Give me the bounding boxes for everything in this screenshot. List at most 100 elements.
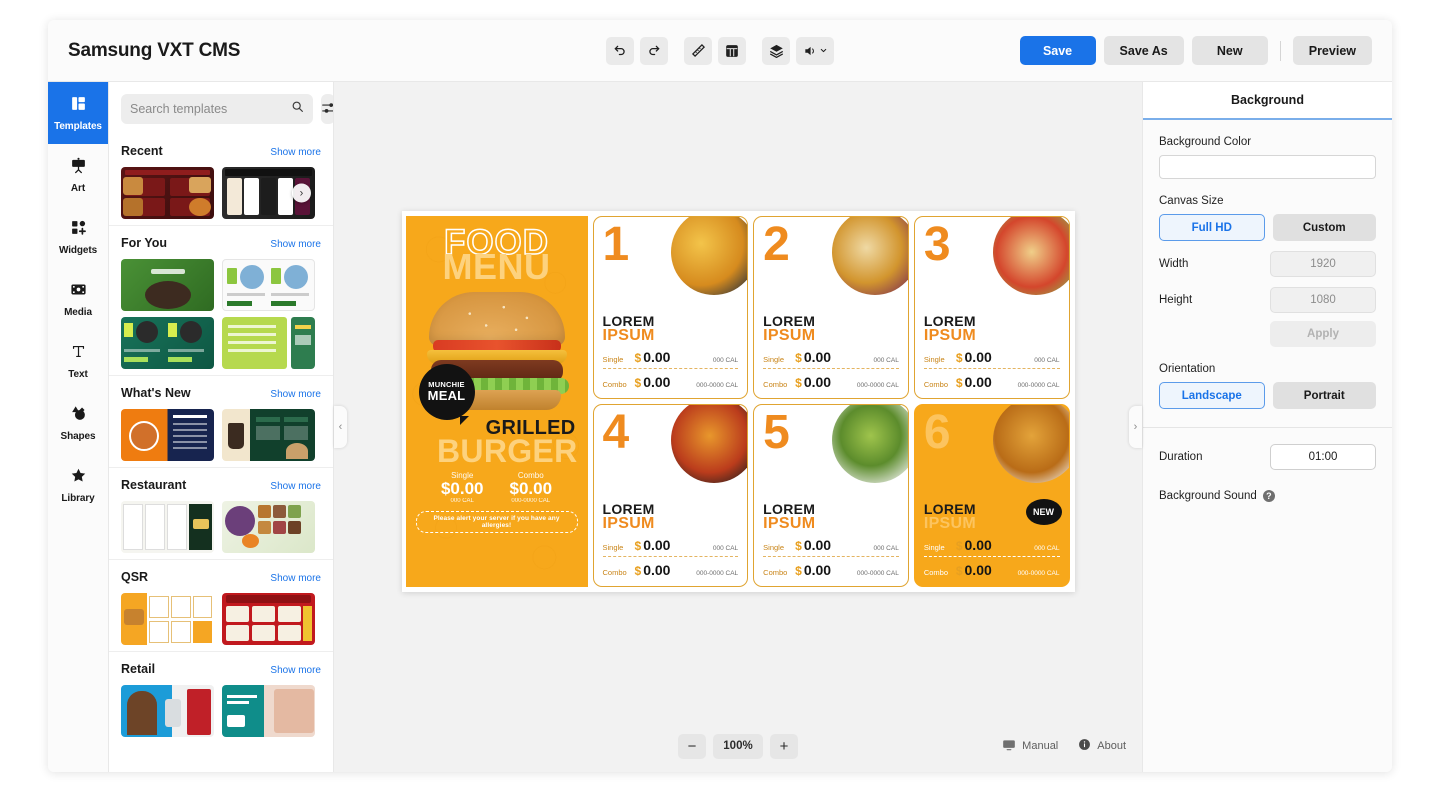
undo-button[interactable] [606, 36, 634, 65]
rail-item-media[interactable]: Media [48, 268, 108, 330]
hero-panel[interactable]: FOOD MENU MUNCHIE MEAL GRILLED BURGER Si… [405, 215, 588, 587]
section-title-recent: Recent [121, 144, 163, 158]
template-thumb-pair[interactable] [222, 317, 315, 369]
thumb-row-recent: › [121, 167, 321, 219]
rail-item-text[interactable]: Text [48, 330, 108, 392]
width-row: Width [1159, 251, 1376, 277]
template-thumb[interactable] [121, 593, 214, 645]
canvas-stage[interactable]: FOOD MENU MUNCHIE MEAL GRILLED BURGER Si… [334, 82, 1142, 720]
rail-item-library[interactable]: Library [48, 454, 108, 516]
layers-button[interactable] [762, 36, 790, 65]
template-thumb[interactable] [121, 167, 214, 219]
zoom-level[interactable]: 100% [713, 733, 763, 759]
rail-item-templates[interactable]: Templates [48, 82, 108, 144]
menu-item-name: LOREM IPSUM [603, 314, 739, 344]
height-input[interactable] [1270, 287, 1376, 313]
menu-item-card[interactable]: 3 LOREM IPSUM Single $ 0.00 000 CAL Comb… [913, 215, 1070, 399]
template-thumb[interactable] [222, 685, 315, 737]
menu-item-combo-row: Combo $ 0.00 000-0000 CAL [763, 374, 899, 390]
design-canvas[interactable]: FOOD MENU MUNCHIE MEAL GRILLED BURGER Si… [401, 210, 1075, 592]
zoom-controls: − 100% + [678, 733, 798, 759]
rail-label-text: Text [68, 368, 88, 380]
single-price: 0.00 [803, 348, 832, 365]
filter-button[interactable] [321, 94, 333, 124]
template-thumb[interactable] [222, 259, 315, 311]
volume-button[interactable] [796, 36, 834, 65]
template-thumb[interactable] [222, 501, 315, 553]
search-input[interactable] [130, 102, 291, 116]
collapse-right-panel-handle[interactable]: › [1129, 406, 1142, 448]
rail-item-widgets[interactable]: Widgets [48, 206, 108, 268]
new-button[interactable]: New [1191, 36, 1268, 65]
background-color-input[interactable] [1159, 155, 1376, 179]
template-thumb[interactable] [121, 685, 214, 737]
about-link[interactable]: About [1078, 738, 1126, 754]
template-thumb[interactable] [121, 317, 214, 369]
help-icon[interactable]: ? [1262, 490, 1275, 502]
templates-section-retail: Retail Show more [109, 651, 333, 743]
currency-symbol: $ [795, 538, 802, 553]
menu-item-card[interactable]: 5 LOREM IPSUM Single $ 0.00 000 CAL Comb… [753, 403, 909, 587]
width-input[interactable] [1270, 251, 1376, 277]
combo-price: 0.00 [964, 373, 992, 390]
template-thumb[interactable] [121, 259, 214, 311]
allergy-notice: Please alert your server if you have any… [415, 511, 578, 534]
combo-label: Combo [923, 567, 949, 577]
tab-background[interactable]: Background [1143, 82, 1392, 120]
menu-item-card[interactable]: 1 LOREM IPSUM Single $ 0.00 000 CAL Comb… [592, 215, 749, 399]
single-label: Single [763, 542, 785, 552]
canvas-size-custom-button[interactable]: Custom [1272, 214, 1376, 241]
carousel-next-button[interactable]: › [292, 183, 311, 203]
grid-button[interactable] [718, 36, 746, 65]
monitor-icon [1002, 738, 1016, 755]
thumb-row-retail [121, 685, 321, 737]
menu-item-card[interactable]: NEW 6 LOREM IPSUM Single $ 0.00 000 CAL [913, 403, 1070, 587]
properties-divider [1143, 427, 1392, 428]
ruler-button[interactable] [684, 36, 712, 65]
price-divider [763, 367, 899, 369]
template-thumb[interactable] [222, 409, 315, 461]
show-more-qsr[interactable]: Show more [270, 573, 321, 584]
zoom-out-button[interactable]: − [678, 733, 706, 759]
save-button[interactable]: Save [1019, 36, 1096, 65]
menu-item-card[interactable]: 4 LOREM IPSUM Single $ 0.00 000 CAL Comb… [592, 403, 749, 587]
template-thumb[interactable]: › [222, 167, 315, 219]
bottom-bar: − 100% + Manual About [334, 720, 1142, 772]
menu-item-combo-row: Combo $ 0.00 000-0000 CAL [924, 562, 1060, 578]
duration-input[interactable] [1270, 444, 1376, 470]
show-more-restaurant[interactable]: Show more [270, 481, 321, 492]
orientation-portrait-button[interactable]: Portrait [1272, 382, 1376, 409]
combo-label: Combo [763, 567, 788, 577]
menu-item-combo-row: Combo $ 0.00 000-0000 CAL [924, 374, 1060, 390]
section-title-whats-new: What's New [121, 386, 191, 400]
rail-item-shapes[interactable]: Shapes [48, 392, 108, 454]
templates-section-qsr: QSR Show more [109, 559, 333, 651]
apply-button[interactable]: Apply [1270, 321, 1376, 347]
templates-search-row [109, 82, 333, 134]
manual-label: Manual [1022, 740, 1059, 752]
redo-button[interactable] [640, 36, 668, 65]
rail-item-art[interactable]: Art [48, 144, 108, 206]
templates-scroll[interactable]: Recent Show more › For You Show more Wha… [109, 134, 333, 772]
template-thumb[interactable] [121, 501, 214, 553]
preview-button[interactable]: Preview [1292, 36, 1372, 65]
zoom-in-button[interactable]: + [770, 733, 798, 759]
canvas-size-full-hd-button[interactable]: Full HD [1159, 214, 1265, 241]
menu-item-card[interactable]: 2 LOREM IPSUM Single $ 0.00 000 CAL Comb… [753, 215, 909, 399]
single-calories: 000 CAL [712, 356, 739, 364]
currency-symbol: $ [634, 375, 642, 390]
app-title: Samsung VXT CMS [68, 39, 241, 61]
hero-combo-price-group: Combo $0.00 000-0000 CAL [510, 471, 553, 504]
show-more-for-you[interactable]: Show more [270, 239, 321, 250]
manual-link[interactable]: Manual [1002, 738, 1058, 755]
show-more-whats-new[interactable]: Show more [270, 389, 321, 400]
save-as-button[interactable]: Save As [1103, 36, 1184, 65]
show-more-retail[interactable]: Show more [270, 665, 321, 676]
template-thumb[interactable] [222, 593, 315, 645]
collapse-left-panel-handle[interactable]: ‹ [334, 406, 347, 448]
single-calories: 000 CAL [873, 356, 899, 364]
show-more-recent[interactable]: Show more [270, 147, 321, 158]
orientation-landscape-button[interactable]: Landscape [1159, 382, 1265, 409]
template-thumb[interactable] [121, 409, 214, 461]
search-templates-wrapper[interactable] [121, 94, 313, 124]
